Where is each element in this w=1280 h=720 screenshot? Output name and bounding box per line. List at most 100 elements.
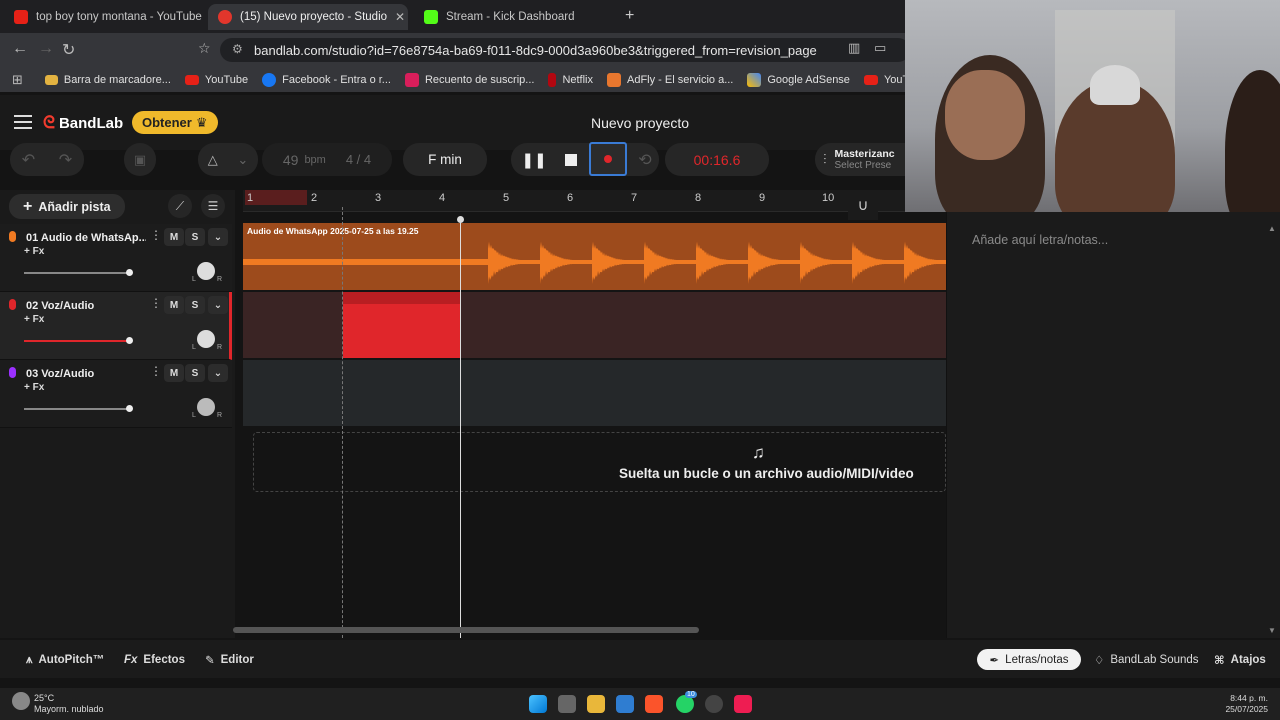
bookmark-item[interactable]: Google AdSense [747, 72, 850, 87]
pause-icon[interactable]: ❚❚ [521, 143, 547, 176]
playhead-handle[interactable] [457, 216, 464, 223]
track-header-3[interactable]: 03 Voz/Audio ⋮ M S ⌄ + Fx L R [0, 360, 232, 428]
time-signature[interactable]: 4 / 4 [346, 152, 371, 167]
bpm-value[interactable]: 49 [283, 152, 299, 168]
track-name[interactable]: 02 Voz/Audio [26, 300, 146, 312]
track-name[interactable]: 01 Audio de WhatsAp... [26, 232, 146, 244]
horizontal-scrollbar[interactable] [233, 627, 699, 633]
bookmark-item[interactable]: Facebook - Entra o r... [262, 72, 391, 87]
track-menu-icon[interactable]: ⋮ [150, 364, 162, 378]
bookmark-item[interactable]: Netflix [548, 72, 593, 87]
shortcuts-button[interactable]: ⌘ Atajos [1214, 649, 1266, 671]
bookmark-item[interactable]: Barra de marcadore... [44, 74, 171, 86]
bandlab-sounds-button[interactable]: ♢ BandLab Sounds [1094, 649, 1199, 671]
volume-slider[interactable] [24, 337, 133, 344]
track-settings-icon[interactable]: ☰ [201, 194, 225, 218]
scroll-down-icon[interactable]: ▼ [1268, 626, 1276, 635]
undo-icon[interactable]: ↶ [22, 150, 35, 170]
weather-widget[interactable]: 25°C Mayorm. nublado [34, 693, 104, 715]
stop-button[interactable] [559, 143, 583, 176]
mute-button[interactable]: M [164, 296, 184, 314]
track-header-2[interactable]: 02 Voz/Audio ⋮ M S ⌄ + Fx L R [0, 292, 232, 360]
volume-knob[interactable] [126, 405, 133, 412]
solo-button[interactable]: S [185, 296, 205, 314]
pan-knob[interactable] [197, 262, 215, 280]
tab-kick[interactable]: Stream - Kick Dashboard [414, 4, 614, 30]
close-tab-icon[interactable]: ✕ [395, 10, 405, 24]
chevron-down-icon[interactable]: ⌄ [208, 296, 228, 314]
obs-icon[interactable] [705, 695, 723, 713]
solo-button[interactable]: S [185, 364, 205, 382]
mute-button[interactable]: M [164, 364, 184, 382]
reload-icon[interactable]: ↻ [62, 40, 75, 60]
system-clock[interactable]: 8:44 p. m. 25/07/2025 [1218, 693, 1268, 715]
reader-icon[interactable]: ▥ [848, 40, 860, 56]
redo-icon[interactable]: ↷ [59, 150, 72, 170]
recording-clip[interactable] [343, 292, 460, 358]
track-lane-2[interactable] [243, 292, 946, 358]
save-icon[interactable]: ▣ [124, 143, 156, 176]
effects-button[interactable]: Fx Efectos [124, 649, 185, 671]
loop-region[interactable] [245, 190, 307, 205]
bookmark-item[interactable]: AdFly - El servicio a... [607, 72, 733, 87]
lyrics-textarea[interactable]: Añade aquí letra/notas... [972, 233, 1108, 247]
volume-slider[interactable] [24, 405, 133, 412]
track-header-1[interactable]: 01 Audio de WhatsAp... ⋮ M S ⌄ + Fx L R [0, 224, 232, 292]
chevron-down-icon[interactable]: ⌄ [208, 228, 228, 246]
windows-start-icon[interactable] [529, 695, 547, 713]
add-fx-button[interactable]: + Fx [24, 314, 44, 325]
track-menu-icon[interactable]: ⋮ [150, 228, 162, 242]
new-tab-icon[interactable]: + [625, 7, 634, 25]
apps-grid-icon[interactable]: ⊞ [12, 72, 23, 88]
store-icon[interactable] [616, 695, 634, 713]
mute-button[interactable]: M [164, 228, 184, 246]
record-button[interactable] [589, 142, 627, 176]
mastering-button[interactable]: ⫶ Masterizanc Select Prese [815, 143, 905, 176]
add-fx-button[interactable]: + Fx [24, 246, 44, 257]
url-input[interactable]: ⚙ bandlab.com/studio?id=76e8754a-ba69-f0… [220, 38, 910, 62]
file-explorer-icon[interactable] [587, 695, 605, 713]
autopitch-button[interactable]: ⩚ AutoPitch™ [26, 649, 104, 671]
playhead[interactable] [460, 218, 461, 638]
weather-icon[interactable] [12, 692, 30, 710]
bookmark-item[interactable]: Recuento de suscrip... [404, 72, 534, 87]
forward-icon[interactable]: → [38, 40, 54, 58]
menu-icon[interactable] [14, 115, 32, 129]
drop-zone[interactable]: ♫ Suelta un bucle o un archivo audio/MID… [253, 432, 946, 492]
add-fx-button[interactable]: + Fx [24, 382, 44, 393]
cast-icon[interactable]: ▭ [874, 40, 886, 56]
track-lane-1[interactable]: Audio de WhatsApp 2025-07-25 a las 19.25 [243, 223, 946, 290]
scroll-up-icon[interactable]: ▲ [1268, 224, 1276, 233]
add-track-button[interactable]: + Añadir pista [9, 194, 125, 219]
lyrics-tab-button[interactable]: ✒ Letras/notas [977, 649, 1081, 670]
solo-button[interactable]: S [185, 228, 205, 246]
pan-knob[interactable] [197, 330, 215, 348]
site-info-icon[interactable]: ⚙ [232, 42, 243, 56]
tiktok-icon[interactable] [734, 695, 752, 713]
snap-magnet-icon[interactable]: ∪ [848, 190, 878, 220]
track-name[interactable]: 03 Voz/Audio [26, 368, 146, 380]
metronome-button[interactable]: △ ⌄ [198, 143, 258, 176]
bandlab-logo[interactable]: ᘓ BandLab [43, 113, 123, 133]
bookmark-item[interactable]: YouTube [184, 74, 248, 86]
task-view-icon[interactable] [558, 695, 576, 713]
back-icon[interactable]: ← [12, 40, 28, 58]
key-selector[interactable]: F min [403, 143, 487, 176]
track-menu-icon[interactable]: ⋮ [150, 296, 162, 310]
editor-button[interactable]: ✎ Editor [205, 649, 254, 671]
project-title[interactable]: Nuevo proyecto [540, 115, 740, 131]
pan-knob[interactable] [197, 398, 215, 416]
volume-knob[interactable] [126, 269, 133, 276]
automation-icon[interactable]: ⟋ [168, 194, 192, 218]
obtener-button[interactable]: Obtener ♛ [132, 111, 218, 134]
volume-slider[interactable] [24, 269, 133, 276]
brave-icon[interactable] [645, 695, 663, 713]
whatsapp-icon[interactable]: 10 [676, 691, 697, 713]
loop-icon[interactable]: ⟲ [634, 143, 656, 176]
chevron-down-icon[interactable]: ⌄ [208, 364, 228, 382]
track-lane-3[interactable] [243, 360, 946, 426]
tab-studio[interactable]: (15) Nuevo proyecto - Studio ✕ [208, 4, 408, 30]
tab-youtube[interactable]: top boy tony montana - YouTube [4, 4, 204, 30]
volume-knob[interactable] [126, 337, 133, 344]
bookmark-icon[interactable]: ☆ [198, 40, 211, 57]
